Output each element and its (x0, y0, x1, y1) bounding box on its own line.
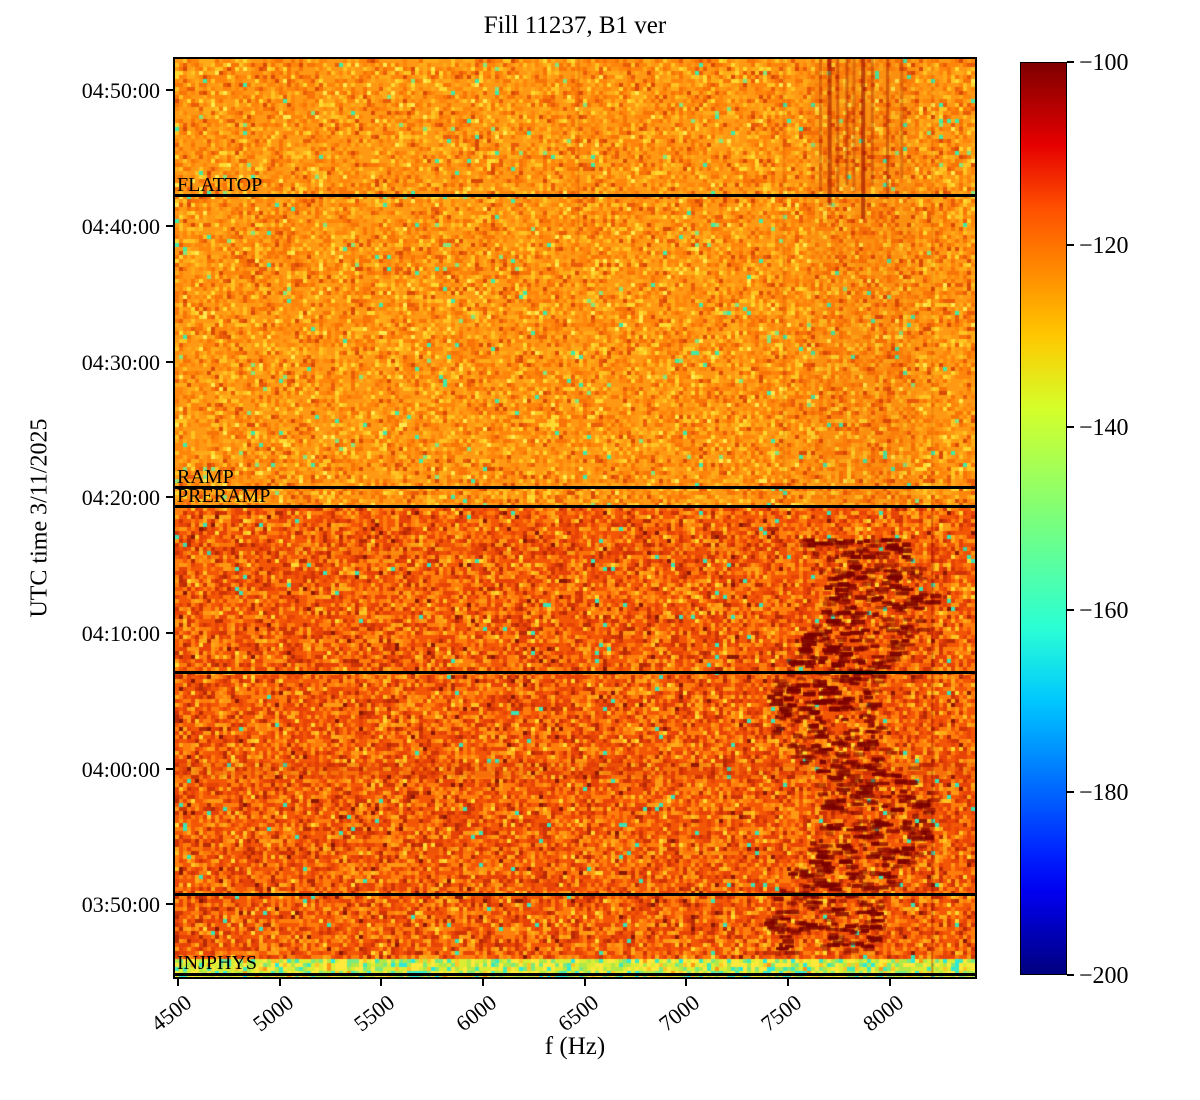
y-axis-label: UTC time 3/11/2025 (27, 418, 54, 617)
colorbar-tick-mark (1067, 609, 1074, 611)
y-tick-label: 04:50:00 (50, 80, 160, 102)
colorbar-tick-label: −160 (1079, 599, 1129, 623)
y-tick-mark (166, 361, 174, 363)
x-tick-mark (584, 978, 586, 986)
y-tick-label: 03:50:00 (50, 894, 160, 916)
beam-mode-line (175, 893, 975, 896)
beam-mode-line-flattop (175, 194, 975, 197)
y-tick-label: 04:40:00 (50, 216, 160, 238)
colorbar (1020, 62, 1067, 975)
colorbar-tick-label: −180 (1079, 781, 1129, 805)
colorbar-tick-mark (1067, 974, 1074, 976)
beam-mode-line-preramp (175, 505, 975, 508)
y-tick-mark (166, 496, 174, 498)
spectrogram-figure: Fill 11237, B1 ver FLATTOP RAMPPRERAMP INJ… (0, 0, 1200, 1100)
beam-mode-label-injphys: INJPHYS (177, 953, 257, 973)
colorbar-tick-mark (1067, 791, 1074, 793)
x-tick-mark (177, 978, 179, 986)
plot-title: Fill 11237, B1 ver (175, 12, 975, 40)
beam-mode-line (175, 671, 975, 674)
x-tick-label: 4500 (147, 991, 195, 1035)
x-tick-label: 8000 (859, 991, 907, 1035)
x-tick-label: 5000 (249, 991, 297, 1035)
colorbar-tick-mark (1067, 61, 1074, 63)
y-tick-mark (166, 768, 174, 770)
x-tick-mark (787, 978, 789, 986)
x-tick-label: 6500 (554, 991, 602, 1035)
beam-mode-label-ramp: RAMP (177, 467, 234, 487)
x-tick-mark (482, 978, 484, 986)
beam-mode-label-flattop: FLATTOP (177, 175, 262, 195)
y-tick-label: 04:10:00 (50, 623, 160, 645)
x-tick-mark (380, 978, 382, 986)
colorbar-tick-mark (1067, 244, 1074, 246)
x-tick-label: 6000 (452, 991, 500, 1035)
y-tick-mark (166, 632, 174, 634)
y-tick-label: 04:30:00 (50, 352, 160, 374)
y-tick-label: 04:20:00 (50, 487, 160, 509)
y-tick-mark (166, 903, 174, 905)
colorbar-tick-label: −100 (1079, 51, 1129, 75)
colorbar-tick-label: −200 (1079, 964, 1129, 988)
x-tick-label: 5500 (351, 991, 399, 1035)
x-tick-mark (279, 978, 281, 986)
x-axis-label: f (Hz) (175, 1033, 975, 1061)
x-tick-mark (685, 978, 687, 986)
x-tick-mark (889, 978, 891, 986)
y-tick-mark (166, 225, 174, 227)
beam-mode-line-injphys (175, 973, 975, 976)
x-tick-label: 7500 (757, 991, 805, 1035)
colorbar-tick-label: −120 (1079, 234, 1129, 258)
y-tick-label: 04:00:00 (50, 759, 160, 781)
colorbar-tick-label: −140 (1079, 416, 1129, 440)
beam-mode-line-ramp (175, 486, 975, 489)
x-tick-label: 7000 (656, 991, 704, 1035)
y-tick-mark (166, 89, 174, 91)
beam-mode-label-preramp: PRERAMP (177, 486, 270, 506)
colorbar-tick-mark (1067, 426, 1074, 428)
